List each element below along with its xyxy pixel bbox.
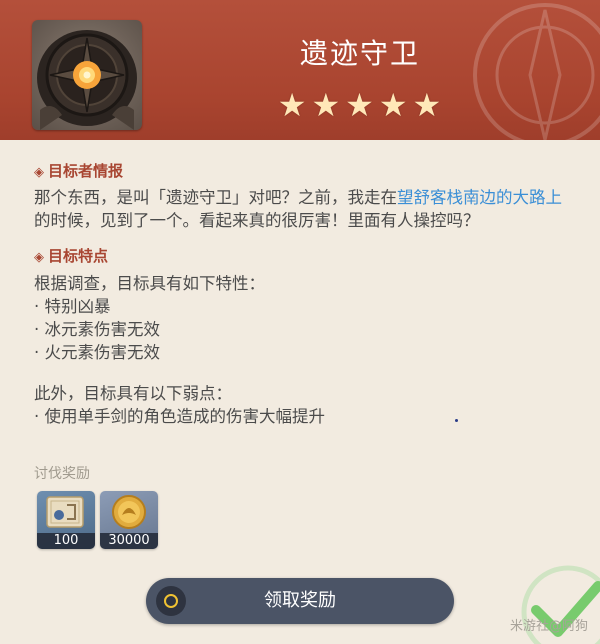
trait-item: · 特别凶暴 xyxy=(34,297,111,316)
bounty-card: 遗迹守卫 ★ ★ ★ ★ ★ ◈ 目标者情报 那个东西，是叫「遗迹守卫」对吧？之前，我走在… xyxy=(0,0,600,644)
claim-reward-button[interactable]: 领取奖励 xyxy=(146,578,454,624)
rewards-label: 讨伐奖励 xyxy=(34,466,90,482)
boss-name: 遗迹守卫 xyxy=(299,37,420,70)
reward-quantity: 30000 xyxy=(100,533,158,549)
weakness-item: · 使用单手剑的角色造成的伤害大幅提升 xyxy=(34,407,325,426)
traits-intro: 根据调查，目标具有如下特性： xyxy=(34,274,265,293)
diamond-icon: ◈ xyxy=(34,250,44,265)
trait-item: · 火元素伤害无效 xyxy=(34,343,160,362)
header-banner: 遗迹守卫 ★ ★ ★ ★ ★ xyxy=(0,0,600,140)
watermark: 米游社@阿狗 xyxy=(509,619,588,634)
decoration-dot xyxy=(455,419,458,422)
star-icon: ★ xyxy=(378,86,409,124)
star-icon: ★ xyxy=(311,86,342,124)
intel-description: 那个东西，是叫「遗迹守卫」对吧？之前，我走在望舒客栈南边的大路上的时候，见到了一… xyxy=(34,188,562,230)
diamond-icon: ◈ xyxy=(34,165,44,180)
difficulty-stars: ★ ★ ★ ★ ★ xyxy=(160,86,560,124)
reward-adventure-exp[interactable]: 100 xyxy=(37,491,95,549)
ruin-guard-core-icon xyxy=(37,30,137,130)
mora-coin-icon xyxy=(112,495,146,529)
claim-button-label: 领取奖励 xyxy=(264,590,336,611)
traits-heading: ◈ 目标特点 xyxy=(34,247,109,265)
boss-portrait xyxy=(32,20,142,130)
trait-item: · 冰元素伤害无效 xyxy=(34,320,160,339)
adventure-exp-icon xyxy=(46,496,84,528)
star-icon: ★ xyxy=(277,86,308,124)
location-link[interactable]: 望舒客栈南边的大路上 xyxy=(397,188,562,207)
reward-quantity: 100 xyxy=(37,533,95,549)
traits-list: 根据调查，目标具有如下特性： · 特别凶暴 · 冰元素伤害无效 · 火元素伤害无… xyxy=(34,272,564,428)
star-icon: ★ xyxy=(345,86,375,124)
weakness-intro: 此外，目标具有以下弱点： xyxy=(34,384,232,403)
intel-heading: ◈ 目标者情报 xyxy=(34,162,124,180)
reward-mora[interactable]: 30000 xyxy=(100,491,158,549)
star-icon: ★ xyxy=(412,86,443,124)
